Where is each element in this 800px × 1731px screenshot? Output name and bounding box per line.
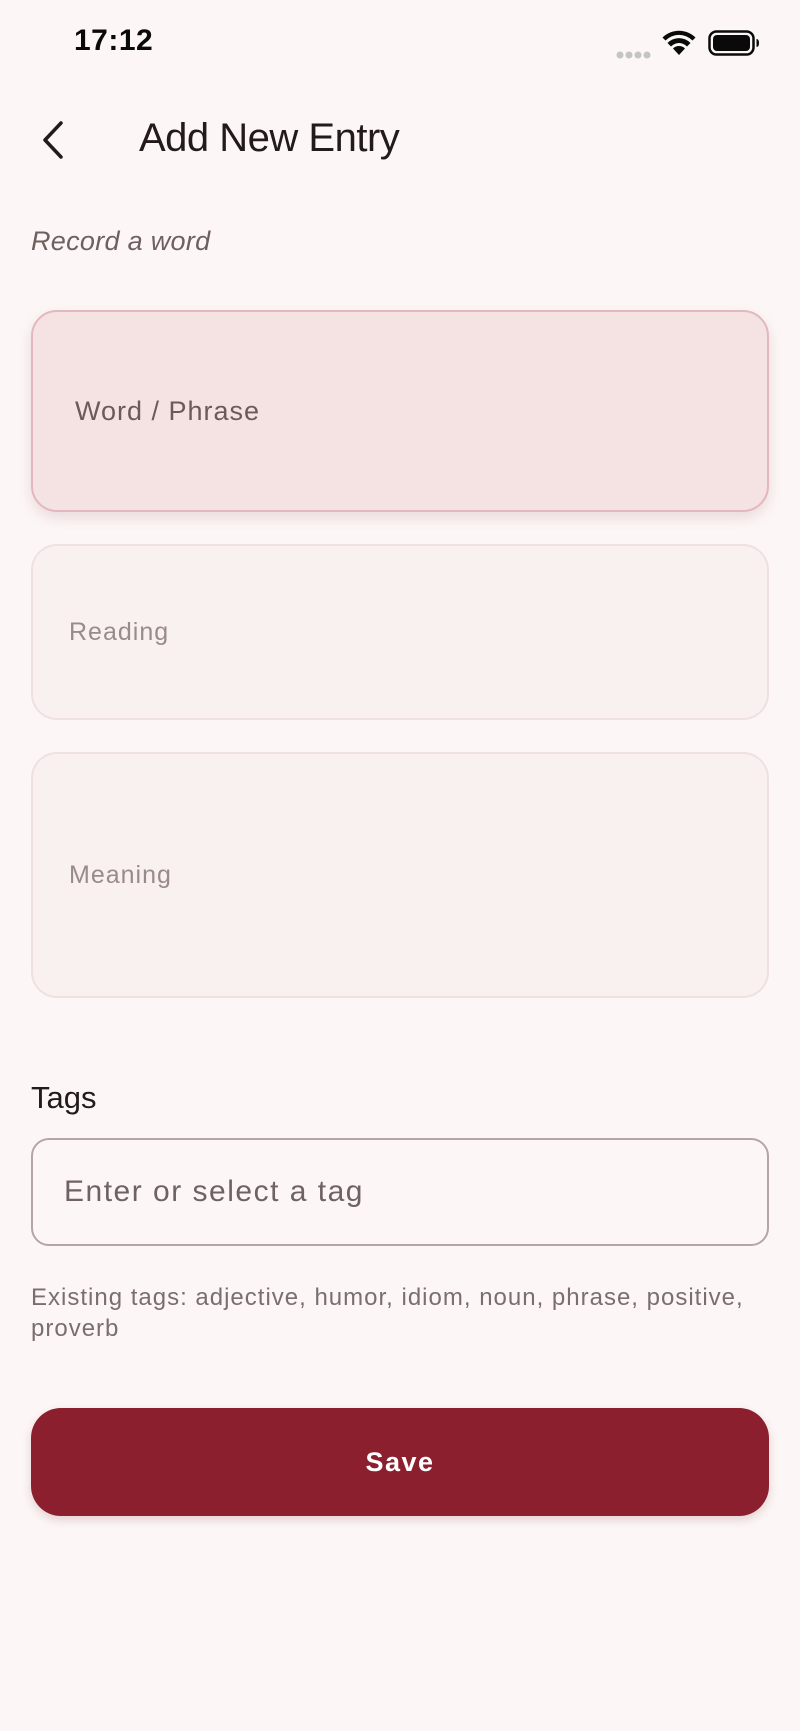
wifi-icon [662,30,696,61]
battery-icon [708,30,760,61]
save-button[interactable]: Save [31,1408,769,1516]
tag-input[interactable] [31,1138,769,1246]
form-subtitle: Record a word [31,226,211,256]
chevron-left-icon [39,120,69,165]
cellular-signal-icon [616,46,652,64]
tags-heading: Tags [31,1080,97,1115]
page-title: Add New Entry [139,116,400,160]
word-phrase-label: Word / Phrase [75,395,261,426]
status-time: 17:12 [74,24,154,57]
existing-tags-text: Existing tags: adjective, humor, idiom, … [31,1284,744,1342]
status-bar: 17:12 [0,0,800,90]
app-bar: Add New Entry [0,100,800,180]
reading-label: Reading [69,617,170,646]
word-phrase-field[interactable]: Word / Phrase [31,310,769,512]
meaning-label: Meaning [69,860,172,889]
back-button[interactable] [24,112,84,172]
meaning-field[interactable]: Meaning [31,752,769,998]
reading-field[interactable]: Reading [31,544,769,720]
